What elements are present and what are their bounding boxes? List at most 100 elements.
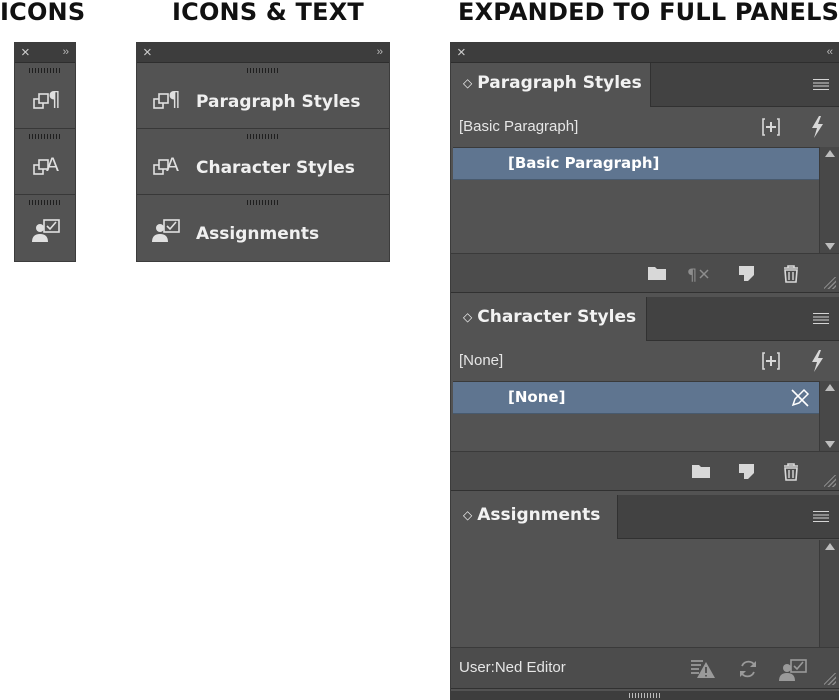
chevron-updown-icon[interactable]: ◇: [463, 76, 472, 90]
paragraph-styles-icon: ¶: [33, 87, 61, 111]
quick-apply-icon[interactable]: [809, 349, 825, 373]
tab-character-styles-label: Character Styles: [477, 307, 637, 327]
svg-text:¶: ¶: [168, 87, 181, 111]
svg-text:¶: ¶: [48, 87, 61, 111]
user-label: User:Ned Editor: [459, 659, 566, 676]
drag-grip[interactable]: [29, 200, 61, 205]
collapse-panels-icon[interactable]: ‹‹: [827, 45, 833, 60]
list-item-label: [Basic Paragraph]: [508, 154, 660, 172]
assignments-list: [453, 540, 819, 647]
resize-handle[interactable]: [824, 277, 836, 289]
close-icon[interactable]: ×: [457, 44, 466, 61]
panel-menu-icon[interactable]: [813, 511, 829, 522]
assignments-scrollbar[interactable]: [819, 540, 839, 647]
character-styles-icon: A: [33, 154, 59, 176]
drag-grip[interactable]: [29, 68, 61, 73]
scroll-down-icon[interactable]: [825, 243, 835, 250]
resize-handle[interactable]: [824, 673, 836, 685]
scroll-up-icon[interactable]: [825, 543, 835, 550]
character-footer: [451, 451, 839, 491]
expand-panels-icon[interactable]: ››: [63, 45, 69, 60]
panel-button-character-styles[interactable]: A Character Styles: [137, 129, 389, 195]
expanded-panel-titlebar[interactable]: × ‹‹: [451, 43, 839, 63]
update-icon[interactable]: [737, 658, 759, 680]
svg-text:A: A: [166, 154, 179, 176]
drag-grip[interactable]: [29, 134, 61, 139]
character-styles-icon: A: [153, 154, 179, 176]
character-styles-list: [None]: [453, 381, 819, 451]
paragraph-styles-list: [Basic Paragraph]: [453, 147, 819, 253]
tab-assignments-label: Assignments: [477, 505, 601, 525]
folder-icon[interactable]: [691, 462, 711, 480]
character-scrollbar[interactable]: [819, 381, 839, 451]
scroll-up-icon[interactable]: [825, 384, 835, 391]
paragraph-styles-icon: ¶: [153, 87, 181, 111]
icons-text-panel: × ›› ¶ Paragraph Styles A Character Styl…: [136, 42, 390, 262]
current-character-style: [None]: [459, 352, 504, 369]
svg-text:¶: ¶: [687, 265, 697, 284]
icons-text-panel-titlebar[interactable]: × ››: [137, 43, 389, 63]
heading-icons-text: ICONS & TEXT: [172, 0, 364, 26]
close-icon[interactable]: ×: [143, 44, 152, 61]
assignments-icon: [152, 219, 180, 242]
heading-icons: ICONS: [0, 0, 86, 26]
clear-overrides-icon[interactable]: ¶: [687, 264, 715, 284]
list-item[interactable]: [Basic Paragraph]: [453, 148, 819, 180]
tab-assignments[interactable]: ◇ Assignments: [451, 495, 618, 539]
panel-button-paragraph-styles[interactable]: ¶ Paragraph Styles: [137, 63, 389, 129]
list-item[interactable]: [None]: [453, 382, 819, 414]
icon-button-assignments[interactable]: [15, 195, 75, 261]
chevron-updown-icon[interactable]: ◇: [463, 310, 472, 324]
assignments-icon[interactable]: [777, 658, 809, 682]
drag-grip[interactable]: [247, 68, 279, 73]
tab-label: ◇ Paragraph Styles: [463, 73, 642, 93]
new-style-icon[interactable]: [737, 462, 757, 482]
panel-label-character-styles: Character Styles: [196, 158, 355, 178]
panel-menu-icon[interactable]: [813, 79, 829, 90]
icon-button-character-styles[interactable]: A: [15, 129, 75, 195]
trash-icon[interactable]: [781, 264, 801, 284]
new-style-from-selection-icon[interactable]: [761, 351, 781, 371]
icon-button-paragraph-styles[interactable]: ¶: [15, 63, 75, 129]
current-paragraph-style: [Basic Paragraph]: [459, 118, 579, 135]
panel-label-assignments: Assignments: [196, 224, 320, 244]
panel-menu-icon[interactable]: [813, 313, 829, 324]
tab-label: ◇ Assignments: [463, 505, 600, 525]
close-icon[interactable]: ×: [21, 44, 30, 61]
panel-label-paragraph-styles: Paragraph Styles: [196, 92, 361, 112]
assignments-tabrow: ◇ Assignments: [451, 495, 839, 539]
expand-panels-icon[interactable]: ››: [377, 45, 383, 60]
paragraph-styles-tabrow: ◇ Paragraph Styles: [451, 63, 839, 107]
expanded-panels: × ‹‹ ◇ Paragraph Styles [Basic Paragraph]…: [450, 42, 839, 700]
paragraph-current-row: [Basic Paragraph]: [451, 108, 839, 146]
character-current-row: [None]: [451, 342, 839, 380]
bottom-dock-bar[interactable]: [451, 691, 839, 700]
drag-grip[interactable]: [247, 134, 279, 139]
new-style-from-selection-icon[interactable]: [761, 117, 781, 137]
tab-label: ◇ Character Styles: [463, 307, 636, 327]
chevron-updown-icon[interactable]: ◇: [463, 508, 472, 522]
no-edit-pencil-icon: [791, 388, 810, 407]
paragraph-scrollbar[interactable]: [819, 147, 839, 253]
scroll-up-icon[interactable]: [825, 150, 835, 157]
trash-icon[interactable]: [781, 462, 801, 482]
icons-panel: × ›› ¶ A: [14, 42, 76, 262]
tab-character-styles[interactable]: ◇ Character Styles: [451, 297, 647, 341]
resize-handle[interactable]: [824, 475, 836, 487]
list-item-label: [None]: [508, 388, 566, 406]
icons-panel-titlebar[interactable]: × ››: [15, 43, 75, 63]
drag-grip[interactable]: [247, 200, 279, 205]
heading-expanded: EXPANDED TO FULL PANELS: [458, 0, 839, 26]
assignments-icon: [32, 219, 60, 242]
tab-paragraph-styles-label: Paragraph Styles: [477, 73, 642, 93]
warning-icon[interactable]: [689, 658, 717, 680]
panel-button-assignments[interactable]: Assignments: [137, 195, 389, 261]
scroll-down-icon[interactable]: [825, 441, 835, 448]
tab-paragraph-styles[interactable]: ◇ Paragraph Styles: [451, 63, 651, 107]
quick-apply-icon[interactable]: [809, 115, 825, 139]
svg-text:A: A: [46, 154, 59, 176]
folder-icon[interactable]: [647, 264, 667, 282]
assignments-footer: User:Ned Editor: [451, 647, 839, 689]
drag-grip[interactable]: [629, 693, 661, 698]
new-style-icon[interactable]: [737, 264, 757, 284]
